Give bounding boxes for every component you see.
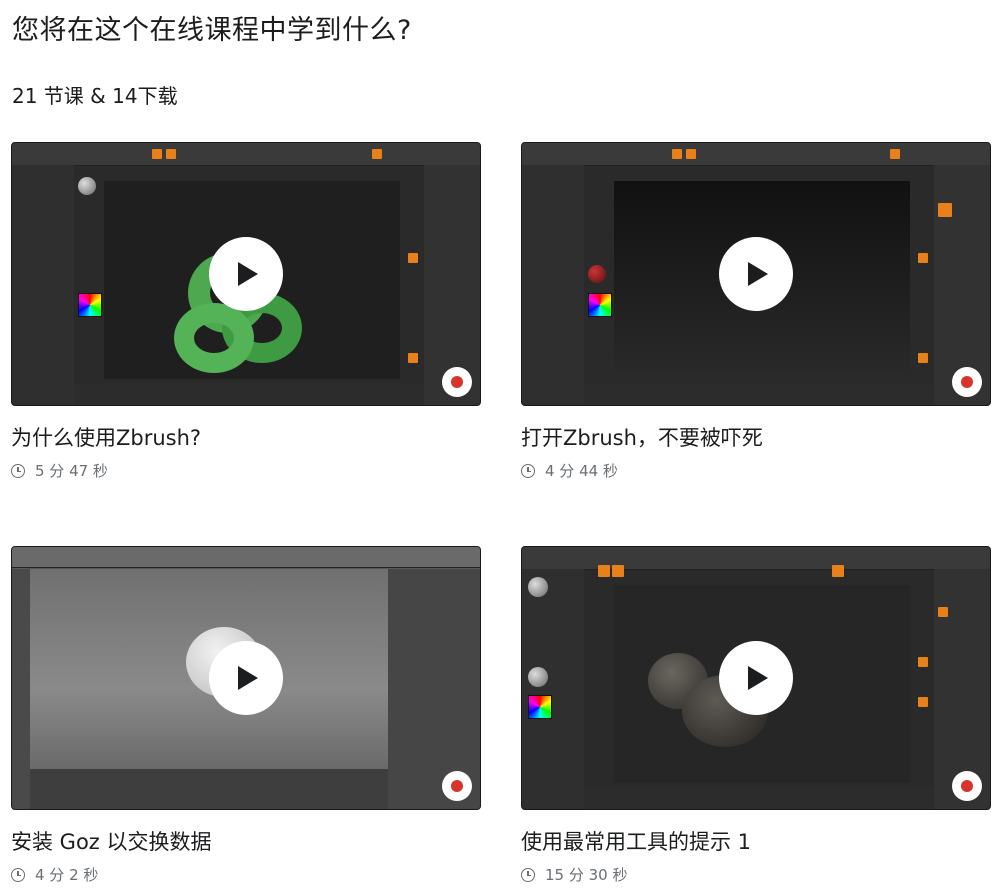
lesson-title[interactable]: 为什么使用Zbrush? [11, 422, 481, 452]
lesson-card-4[interactable]: 使用最常用工具的提示 1 15 分 30 秒 [521, 546, 991, 885]
section-heading: 您将在这个在线课程中学到什么? [12, 15, 412, 46]
lesson-thumbnail[interactable] [11, 142, 481, 406]
lesson-thumbnail[interactable] [11, 546, 481, 810]
clock-icon [521, 867, 535, 882]
play-icon [748, 262, 768, 286]
lesson-card-1[interactable]: 为什么使用Zbrush? 5 分 47 秒 [11, 142, 481, 481]
lesson-thumbnail[interactable] [521, 142, 991, 406]
lesson-duration-row: 5 分 47 秒 [11, 460, 481, 481]
lesson-card-3[interactable]: 安装 Goz 以交换数据 4 分 2 秒 [11, 546, 481, 885]
play-icon [748, 666, 768, 690]
play-icon [238, 262, 258, 286]
lessons-summary: 21 节课 & 14下载 [12, 84, 178, 108]
play-button[interactable] [209, 641, 283, 715]
play-icon [238, 666, 258, 690]
lesson-title[interactable]: 安装 Goz 以交换数据 [11, 826, 481, 856]
lesson-duration: 4 分 2 秒 [35, 866, 99, 884]
lesson-duration: 5 分 47 秒 [35, 462, 108, 480]
lesson-duration-row: 4 分 2 秒 [11, 864, 481, 885]
lesson-title[interactable]: 使用最常用工具的提示 1 [521, 826, 991, 856]
clock-icon [521, 463, 535, 478]
lesson-thumbnail[interactable] [521, 546, 991, 810]
clock-icon [11, 867, 25, 882]
lesson-duration: 15 分 30 秒 [545, 866, 628, 884]
channel-logo-icon [952, 367, 982, 397]
play-button[interactable] [719, 641, 793, 715]
lesson-duration-row: 15 分 30 秒 [521, 864, 991, 885]
lesson-duration: 4 分 44 秒 [545, 462, 618, 480]
play-button[interactable] [209, 237, 283, 311]
play-button[interactable] [719, 237, 793, 311]
clock-icon [11, 463, 25, 478]
lesson-duration-row: 4 分 44 秒 [521, 460, 991, 481]
channel-logo-icon [442, 367, 472, 397]
lesson-card-2[interactable]: 打开Zbrush，不要被吓死 4 分 44 秒 [521, 142, 991, 481]
channel-logo-icon [952, 771, 982, 801]
lesson-title[interactable]: 打开Zbrush，不要被吓死 [521, 422, 991, 452]
channel-logo-icon [442, 771, 472, 801]
